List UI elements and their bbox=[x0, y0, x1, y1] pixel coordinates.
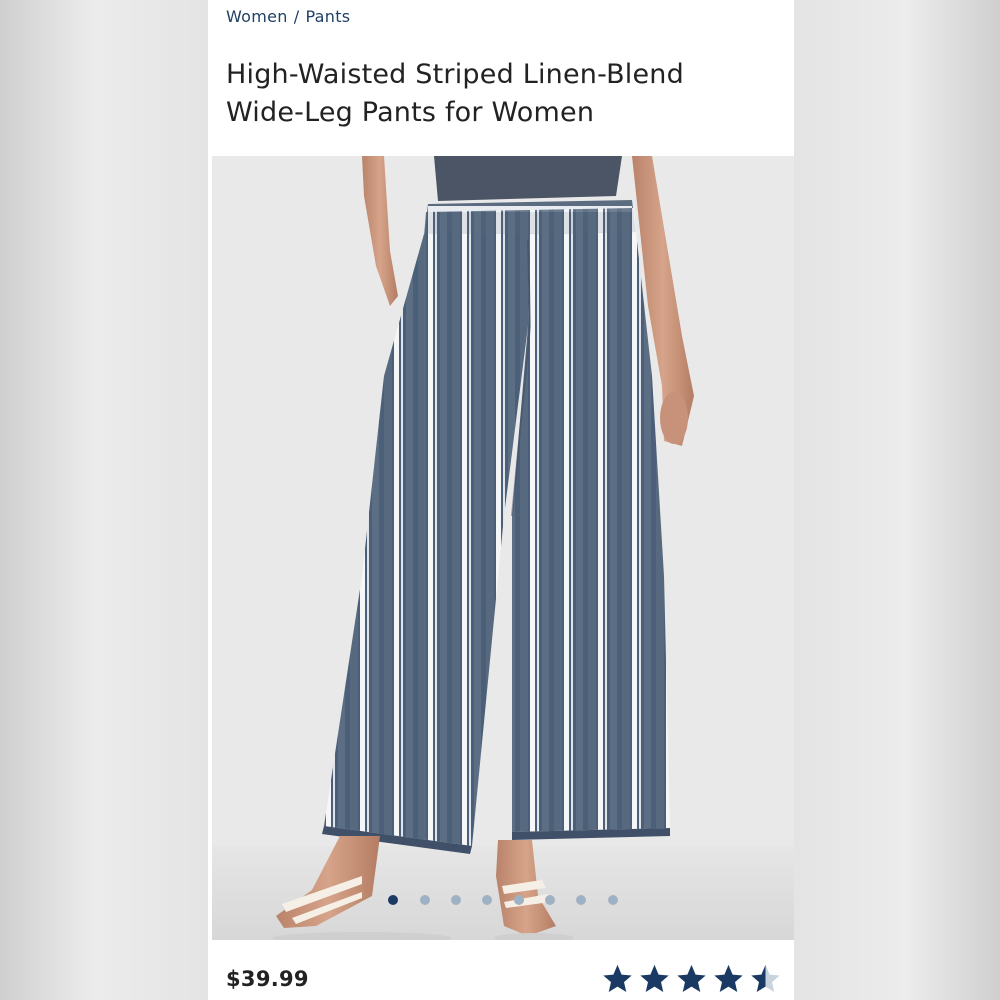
product-price: $39.99 bbox=[226, 967, 309, 991]
gallery-pagination bbox=[212, 895, 794, 905]
background-blur-left bbox=[0, 0, 208, 1000]
star-rating[interactable] bbox=[600, 962, 783, 996]
gallery-dot-3[interactable] bbox=[450, 895, 461, 905]
product-image-gallery[interactable] bbox=[212, 156, 794, 940]
gallery-dot-7[interactable] bbox=[576, 895, 587, 905]
star-full-icon bbox=[677, 964, 706, 993]
gallery-dot-1[interactable] bbox=[388, 895, 399, 905]
star-full-icon bbox=[640, 964, 669, 993]
gallery-dot-2[interactable] bbox=[419, 895, 430, 905]
product-photo bbox=[212, 156, 794, 940]
gallery-dot-6[interactable] bbox=[545, 895, 556, 905]
star-half-icon bbox=[751, 964, 780, 993]
breadcrumb-separator: / bbox=[293, 7, 300, 26]
background-blur-right bbox=[794, 0, 1000, 1000]
product-page: Women / Pants High-Waisted Striped Linen… bbox=[208, 0, 794, 1000]
star-full-icon bbox=[603, 964, 632, 993]
gallery-dot-4[interactable] bbox=[482, 895, 493, 905]
breadcrumb-item-women[interactable]: Women bbox=[226, 7, 288, 26]
product-title: High-Waisted Striped Linen-Blend Wide-Le… bbox=[226, 59, 684, 128]
gallery-dot-5[interactable] bbox=[513, 895, 524, 905]
star-full-icon bbox=[714, 964, 743, 993]
breadcrumb-item-pants[interactable]: Pants bbox=[305, 7, 350, 26]
breadcrumb: Women / Pants bbox=[226, 7, 350, 26]
gallery-dot-8[interactable] bbox=[607, 895, 618, 905]
